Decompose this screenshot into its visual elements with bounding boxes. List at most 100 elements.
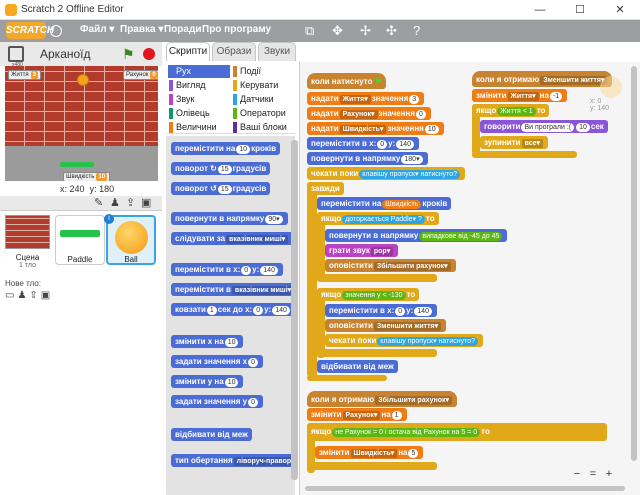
palette-bounce-block[interactable]: відбивати від меж — [171, 428, 252, 441]
title-bar: Scratch 2 Offline Editor — ☐ ✕ — [0, 0, 640, 20]
ball-sprite[interactable] — [77, 74, 89, 86]
camera-icon[interactable]: ▣ — [141, 196, 151, 209]
set-score-block[interactable]: надати Рахунок▾ значення 0 — [307, 107, 431, 120]
palette-move-block[interactable]: перемістити на 10 кроків — [171, 142, 280, 155]
scripts-scrollbar-horizontal[interactable] — [305, 486, 625, 491]
goto-xy-reset-block[interactable]: перемістити в x: 0 y: 140 — [325, 304, 437, 317]
point-random-block[interactable]: повернути в напрямку випадкове від -45 до… — [325, 229, 508, 242]
menu-tips[interactable]: Поради — [164, 24, 201, 35]
palette-rotation-style-block[interactable]: тип обертанняліворуч-праворуч▾ — [171, 454, 294, 467]
when-flag-clicked-hat[interactable]: коли натиснуто ⚑ — [307, 73, 386, 89]
category-operators[interactable]: Оператори — [232, 107, 294, 120]
zoom-reset-button[interactable]: = — [587, 468, 599, 480]
zoom-in-button[interactable]: + — [603, 468, 615, 480]
palette-goto-block[interactable]: перемістити в вказівник миші▾ — [171, 283, 295, 296]
zoom-out-button[interactable]: − — [571, 468, 583, 480]
forever-block[interactable]: завжди — [307, 182, 344, 195]
change-lives-block[interactable]: змінити Життя▾ на -1 — [472, 89, 568, 102]
paint-sprite-icon[interactable]: ✎ — [94, 196, 103, 209]
play-sound-block[interactable]: грати звук pop▾ — [325, 244, 399, 257]
palette-set-y-block[interactable]: задати значення у0 — [171, 395, 263, 408]
scene-preview — [5, 215, 50, 249]
sprite-paddle[interactable]: Paddle — [55, 215, 105, 265]
category-motion[interactable]: Рух — [168, 65, 230, 78]
category-events[interactable]: Події — [232, 65, 294, 78]
sprite-toolbar: ✎ ♟ ⇪ ▣ — [0, 196, 162, 210]
help-icon[interactable]: ? — [413, 23, 420, 38]
palette-set-x-block[interactable]: задати значення х0 — [171, 355, 263, 368]
scratch-app-icon — [5, 4, 17, 16]
palette-turn-left-block[interactable]: поворот ↺ 15 градусів — [171, 182, 271, 195]
category-control[interactable]: Керувати — [232, 79, 294, 92]
if-lives-block[interactable]: якщо Життя < 1 то — [472, 104, 550, 117]
paddle-sprite[interactable] — [60, 162, 94, 167]
if-y-block[interactable]: якщо значення у < -130 то — [317, 288, 420, 301]
green-flag-icon[interactable]: ⚑ — [122, 46, 135, 63]
sprite-xy-readout: x: 0 y: 140 — [590, 98, 610, 112]
block-palette: перемістити на 10 кроків поворот ↻ 15 градус… — [166, 136, 295, 495]
scripts-area[interactable]: коли натиснуто ⚑ надати Життя▾ значення 3 н… — [299, 62, 640, 495]
if-touching-block[interactable]: якщо доторкається Paddle▾ ? то — [317, 212, 439, 225]
stop-icon[interactable] — [143, 48, 155, 60]
wait-until-block[interactable]: чекати поки клавішу пропуск▾ натиснуто? — [307, 167, 466, 180]
palette-goto-xy-block[interactable]: перемістити в x: 0 y: 140 — [171, 263, 283, 276]
scene-thumbnail[interactable]: Сцена 1 тло — [5, 215, 50, 275]
menu-edit[interactable]: Правка ▾ — [120, 24, 163, 35]
category-sound[interactable]: Звук — [168, 93, 230, 106]
category-more-blocks[interactable]: Ваші блоки — [232, 121, 294, 134]
sprite-ball[interactable]: Ball — [106, 215, 156, 265]
ball-thumbnail — [114, 221, 148, 254]
set-speed-block[interactable]: надати Швидкість▾ значення 10 — [307, 122, 444, 135]
point-direction-block[interactable]: повернути в напрямку 180▾ — [307, 152, 428, 165]
wait-until-space-block[interactable]: чекати поки клавішу пропуск▾ натиснуто? — [325, 334, 484, 347]
bounce-edge-block[interactable]: відбивати від меж — [317, 360, 398, 373]
palette-turn-right-block[interactable]: поворот ↻ 15 градусів — [171, 162, 271, 175]
close-button[interactable]: ✕ — [600, 0, 640, 20]
palette-point-towards-block[interactable]: слідувати за вказівник миші▾ — [171, 232, 294, 245]
sprite-info-icon[interactable]: i — [104, 214, 114, 224]
maximize-button[interactable]: ☐ — [560, 0, 600, 20]
project-title[interactable]: Арканоїд — [40, 47, 91, 61]
tab-scripts[interactable]: Скрипти — [166, 42, 210, 61]
ball-watermark — [600, 76, 622, 98]
tab-costumes[interactable]: Образи — [212, 42, 256, 61]
if-score-block[interactable]: якщо не Рахунок = 0 і остача від Рахунок … — [307, 423, 607, 441]
category-looks[interactable]: Вигляд — [168, 79, 230, 92]
palette-glide-block[interactable]: ковзати 1 сек до x: 0 y: 140 — [171, 303, 295, 316]
move-speed-block[interactable]: перемістити на Швидкість кроків — [317, 197, 452, 210]
fullscreen-icon[interactable] — [8, 46, 24, 62]
shrink-icon[interactable]: ✣ — [386, 23, 397, 39]
category-variables[interactable]: Величини — [168, 121, 230, 134]
new-backdrop-icons[interactable]: ▭♟⇪▣ — [5, 290, 53, 301]
goto-xy-block[interactable]: перемістити в x: 0 y: 140 — [307, 137, 419, 150]
cut-icon[interactable]: ✥ — [332, 23, 343, 39]
broadcast-increase-block[interactable]: оповістити Збільшити рахунок▾ — [325, 259, 456, 272]
stop-all-block[interactable]: зупинити все▾ — [480, 136, 548, 149]
category-pen[interactable]: Олівець — [168, 107, 230, 120]
change-score-block[interactable]: змінити Рахунок▾ на 1 — [307, 408, 407, 421]
palette-change-y-block[interactable]: змінити у на 10 — [171, 375, 244, 388]
duplicate-icon[interactable]: ⧉ — [305, 23, 314, 39]
broadcast-decrease-block[interactable]: оповістити Зменшити життя▾ — [325, 319, 447, 332]
when-receive-decrease-hat[interactable]: коли я отримаю Зменшити життя▾ — [472, 71, 613, 87]
upload-sprite-icon[interactable]: ⇪ — [126, 196, 135, 209]
change-speed-block[interactable]: змінити Швидкість▾ на 5 — [315, 446, 424, 459]
when-receive-increase-hat[interactable]: коли я отримаю Збільшити рахунок▾ — [307, 391, 457, 407]
globe-icon[interactable] — [50, 25, 62, 37]
palette-scrollbar[interactable] — [291, 140, 298, 480]
minimize-button[interactable]: — — [520, 0, 560, 20]
grow-icon[interactable]: ✢ — [360, 23, 371, 39]
menu-about[interactable]: Про програму — [202, 24, 271, 35]
menu-file[interactable]: Файл ▾ — [80, 24, 114, 35]
set-lives-block[interactable]: надати Життя▾ значення 3 — [307, 92, 425, 105]
tab-sounds[interactable]: Звуки — [258, 42, 296, 61]
stage-canvas[interactable]: Життя 3 Рахунок 0 Швидкість 10 — [5, 66, 158, 181]
if-lives-end — [472, 151, 577, 158]
library-sprite-icon[interactable]: ♟ — [110, 196, 120, 209]
stage-coordinates: x: 240 y: 180 — [60, 184, 115, 194]
palette-point-direction-block[interactable]: повернути в напрямку 90▾ — [171, 212, 288, 225]
scripts-scrollbar-vertical[interactable] — [631, 66, 637, 461]
palette-change-x-block[interactable]: змінити х на 10 — [171, 335, 244, 348]
say-for-secs-block[interactable]: говорити Ви програли :(10 сек — [480, 120, 608, 133]
category-sensing[interactable]: Датчики — [232, 93, 294, 106]
